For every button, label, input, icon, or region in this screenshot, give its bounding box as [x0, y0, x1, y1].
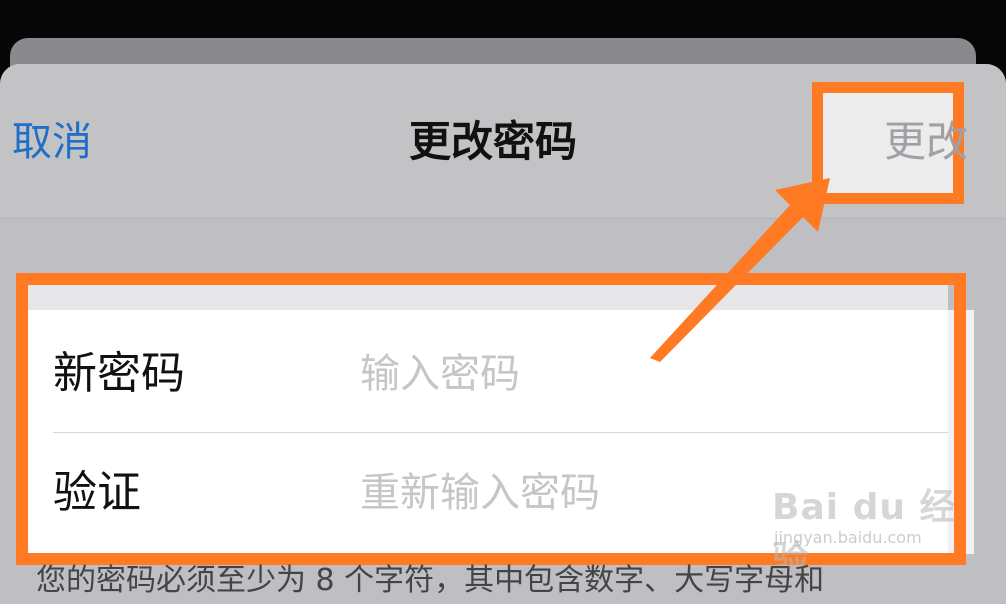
password-hint-text: 您的密码必须至少为 8 个字符，其中包含数字、大写字母和 — [36, 563, 825, 598]
baidu-watermark: Bai du 经验 jingyan.baidu.com — [772, 470, 972, 580]
change-button[interactable]: 更改 — [884, 112, 968, 172]
watermark-url: jingyan.baidu.com — [774, 528, 922, 547]
